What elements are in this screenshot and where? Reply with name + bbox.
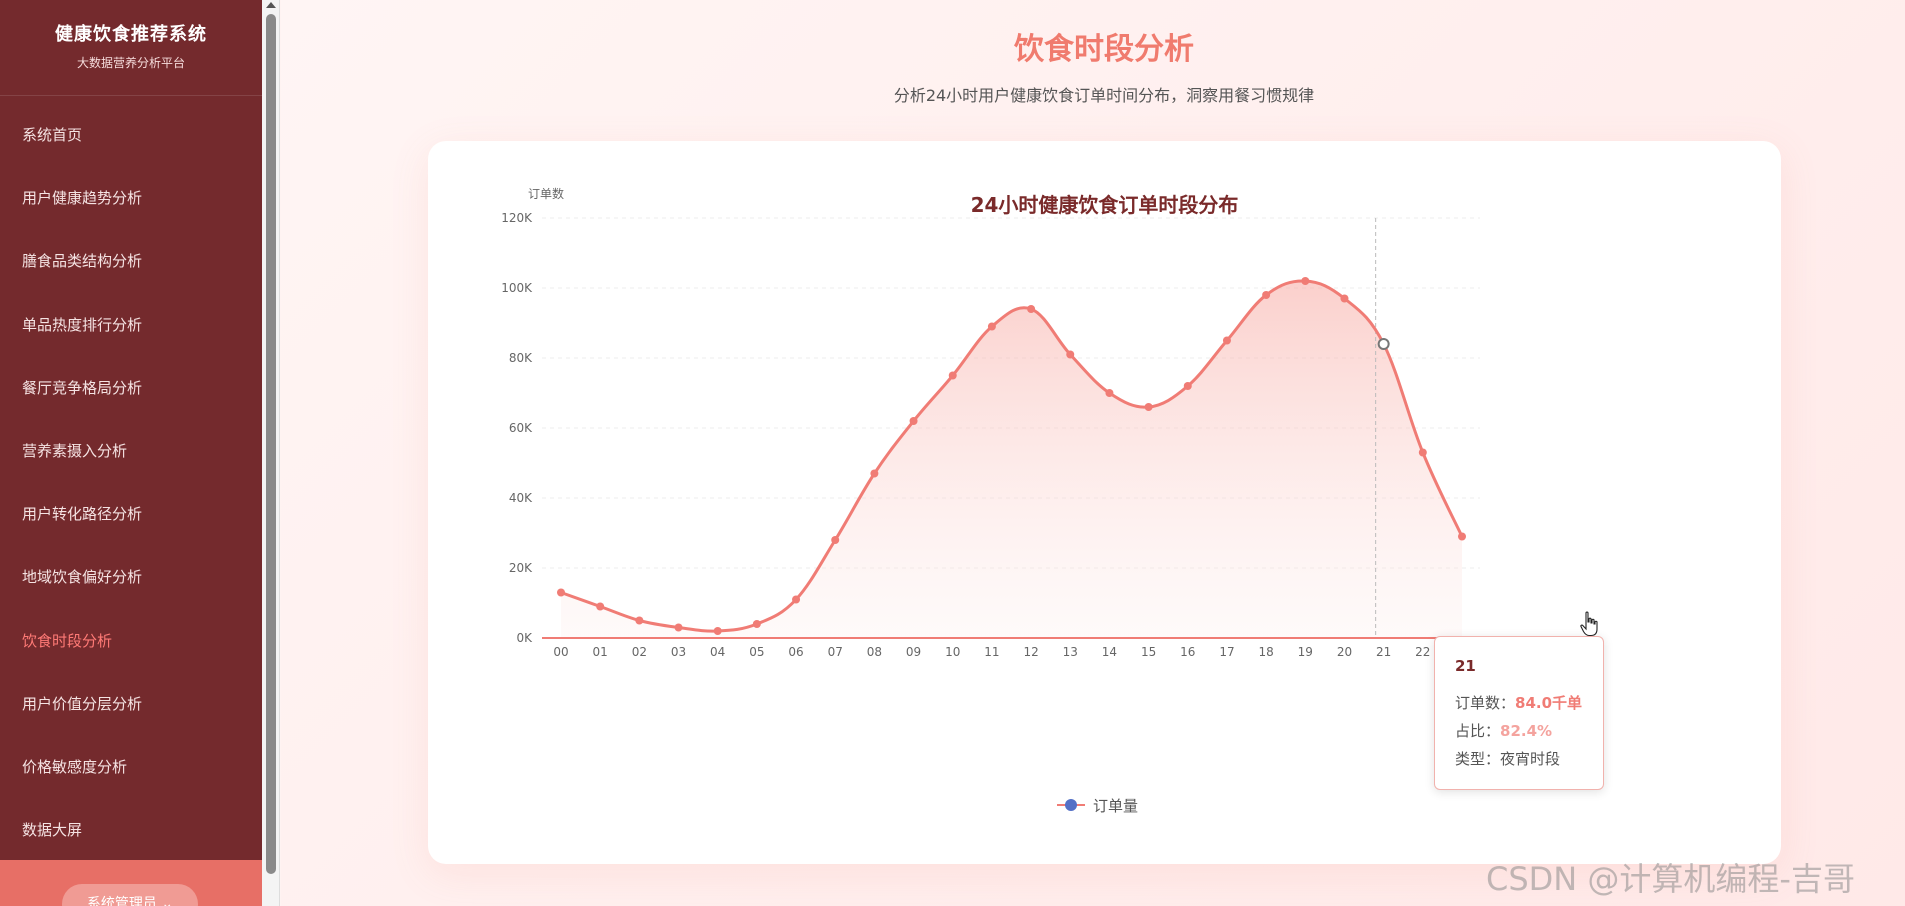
legend[interactable]: 订单量	[1057, 795, 1138, 815]
sidebar-item-meal-time[interactable]: 饮食时段分析	[0, 610, 262, 673]
tooltip-type-label: 类型：	[1455, 750, 1501, 768]
x-tick-label: 00	[553, 645, 568, 659]
legend-label: 订单量	[1093, 796, 1139, 815]
x-tick-label: 01	[593, 645, 608, 659]
sidebar-footer: 系统管理员 ⌄	[0, 860, 262, 906]
sidebar-item-price-sensitivity[interactable]: 价格敏感度分析	[0, 736, 262, 799]
sidebar-item-regional-preference[interactable]: 地域饮食偏好分析	[0, 546, 262, 609]
data-point	[1027, 305, 1036, 313]
sidebar-item-restaurant-competition[interactable]: 餐厅竞争格局分析	[0, 357, 262, 420]
data-point	[1458, 532, 1466, 541]
x-tick-label: 17	[1219, 645, 1234, 659]
tooltip-orders-value: 84.0千单	[1515, 694, 1583, 712]
tooltip-share-row: 占比：82.4%	[1455, 717, 1583, 745]
brand-title: 健康饮食推荐系统	[55, 24, 207, 45]
data-point	[1340, 294, 1349, 303]
hand-pointer-cursor-icon	[1580, 611, 1598, 637]
y-tick-label: 0K	[516, 631, 533, 645]
sidebar-scrollbar[interactable]	[262, 0, 280, 906]
series-area	[561, 280, 1462, 638]
y-axis-label: 订单数	[528, 186, 564, 201]
x-tick-label: 16	[1180, 645, 1195, 659]
tooltip-type-row: 类型：夜宵时段	[1455, 745, 1583, 773]
x-tick-label: 20	[1337, 645, 1352, 659]
data-point	[635, 616, 644, 625]
data-point	[1183, 382, 1192, 390]
admin-menu-button[interactable]: 系统管理员 ⌄	[62, 884, 198, 906]
x-tick-label: 15	[1141, 645, 1156, 659]
brand-subtitle: 大数据营养分析平台	[76, 56, 185, 70]
x-tick-label: 10	[945, 645, 960, 659]
data-point-highlighted	[1377, 338, 1390, 350]
sidebar-nav: 系统首页 用户健康趋势分析 膳食品类结构分析 单品热度排行分析 餐厅竞争格局分析…	[0, 104, 262, 862]
data-point	[831, 536, 840, 544]
data-point	[909, 417, 918, 425]
data-point	[1262, 291, 1271, 299]
y-tick-label: 20K	[509, 561, 533, 575]
tooltip-orders-label: 订单数：	[1455, 694, 1516, 712]
data-point	[596, 602, 605, 611]
admin-button-label: 系统管理员	[86, 896, 157, 906]
data-point	[1301, 277, 1310, 285]
data-point	[713, 627, 722, 635]
x-tick-label: 09	[906, 645, 921, 659]
x-tick-label: 11	[984, 645, 999, 659]
y-tick-label: 40K	[509, 491, 533, 505]
data-point	[1144, 403, 1153, 411]
data-point	[1418, 448, 1427, 457]
page-subtitle: 分析24小时用户健康饮食订单时间分布，洞察用餐习惯规律	[893, 86, 1315, 105]
main-content: 饮食时段分析 分析24小时用户健康饮食订单时间分布，洞察用餐习惯规律 24小时健…	[281, 0, 1905, 906]
data-point	[792, 595, 801, 604]
sidebar: 健康饮食推荐系统 大数据营养分析平台 系统首页 用户健康趋势分析 膳食品类结构分…	[0, 0, 262, 906]
x-tick-label: 12	[1023, 645, 1038, 659]
legend-marker	[1057, 798, 1085, 812]
sidebar-item-home[interactable]: 系统首页	[0, 104, 262, 167]
sidebar-item-user-value-tier[interactable]: 用户价值分层分析	[0, 673, 262, 736]
data-point	[948, 371, 957, 380]
sidebar-item-food-category-structure[interactable]: 膳食品类结构分析	[0, 230, 262, 293]
data-point	[557, 588, 565, 597]
sidebar-item-data-dashboard[interactable]: 数据大屏	[0, 799, 262, 862]
y-tick-label: 80K	[509, 351, 533, 365]
tooltip-share-label: 占比：	[1455, 722, 1501, 740]
tooltip-orders-row: 订单数：84.0千单	[1455, 689, 1583, 717]
y-tick-label: 60K	[509, 421, 533, 435]
x-tick-label: 03	[671, 645, 686, 659]
data-point	[1105, 389, 1114, 397]
tooltip-type-value: 夜宵时段	[1500, 750, 1561, 768]
data-point	[987, 322, 996, 331]
x-tick-label: 14	[1102, 645, 1117, 659]
data-point	[870, 469, 879, 478]
tooltip-hour: 21	[1455, 657, 1476, 675]
data-point	[674, 623, 683, 632]
data-point	[1222, 336, 1231, 345]
sidebar-item-item-popularity-ranking[interactable]: 单品热度排行分析	[0, 294, 262, 357]
scrollbar-thumb[interactable]	[266, 14, 276, 874]
x-tick-label: 08	[867, 645, 882, 659]
chevron-down-icon: ⌄	[161, 896, 174, 906]
x-tick-label: 21	[1376, 645, 1391, 659]
watermark: CSDN @计算机编程-吉哥	[1486, 860, 1855, 898]
y-tick-label: 120K	[501, 211, 533, 225]
x-tick-label: 19	[1298, 645, 1313, 659]
sidebar-item-user-conversion-path[interactable]: 用户转化路径分析	[0, 483, 262, 546]
sidebar-item-nutrient-intake[interactable]: 营养素摄入分析	[0, 420, 262, 483]
x-tick-label: 04	[710, 645, 725, 659]
scroll-up-arrow-icon[interactable]	[266, 2, 276, 8]
x-tick-label: 02	[632, 645, 647, 659]
x-tick-label: 13	[1063, 645, 1078, 659]
x-tick-label: 07	[828, 645, 843, 659]
y-tick-label: 100K	[501, 281, 533, 295]
chart-tooltip: 21 订单数：84.0千单 占比：82.4% 类型：夜宵时段	[1434, 636, 1604, 790]
page-title: 饮食时段分析	[1014, 32, 1194, 67]
x-tick-label: 06	[788, 645, 803, 659]
data-point	[752, 620, 761, 628]
tooltip-share-value: 82.4%	[1500, 722, 1553, 740]
x-tick-label: 05	[749, 645, 764, 659]
data-point	[1066, 350, 1075, 359]
brand: 健康饮食推荐系统 大数据营养分析平台	[0, 0, 262, 96]
x-tick-label: 22	[1415, 645, 1430, 659]
sidebar-item-user-health-trend[interactable]: 用户健康趋势分析	[0, 167, 262, 230]
x-tick-label: 18	[1258, 645, 1273, 659]
